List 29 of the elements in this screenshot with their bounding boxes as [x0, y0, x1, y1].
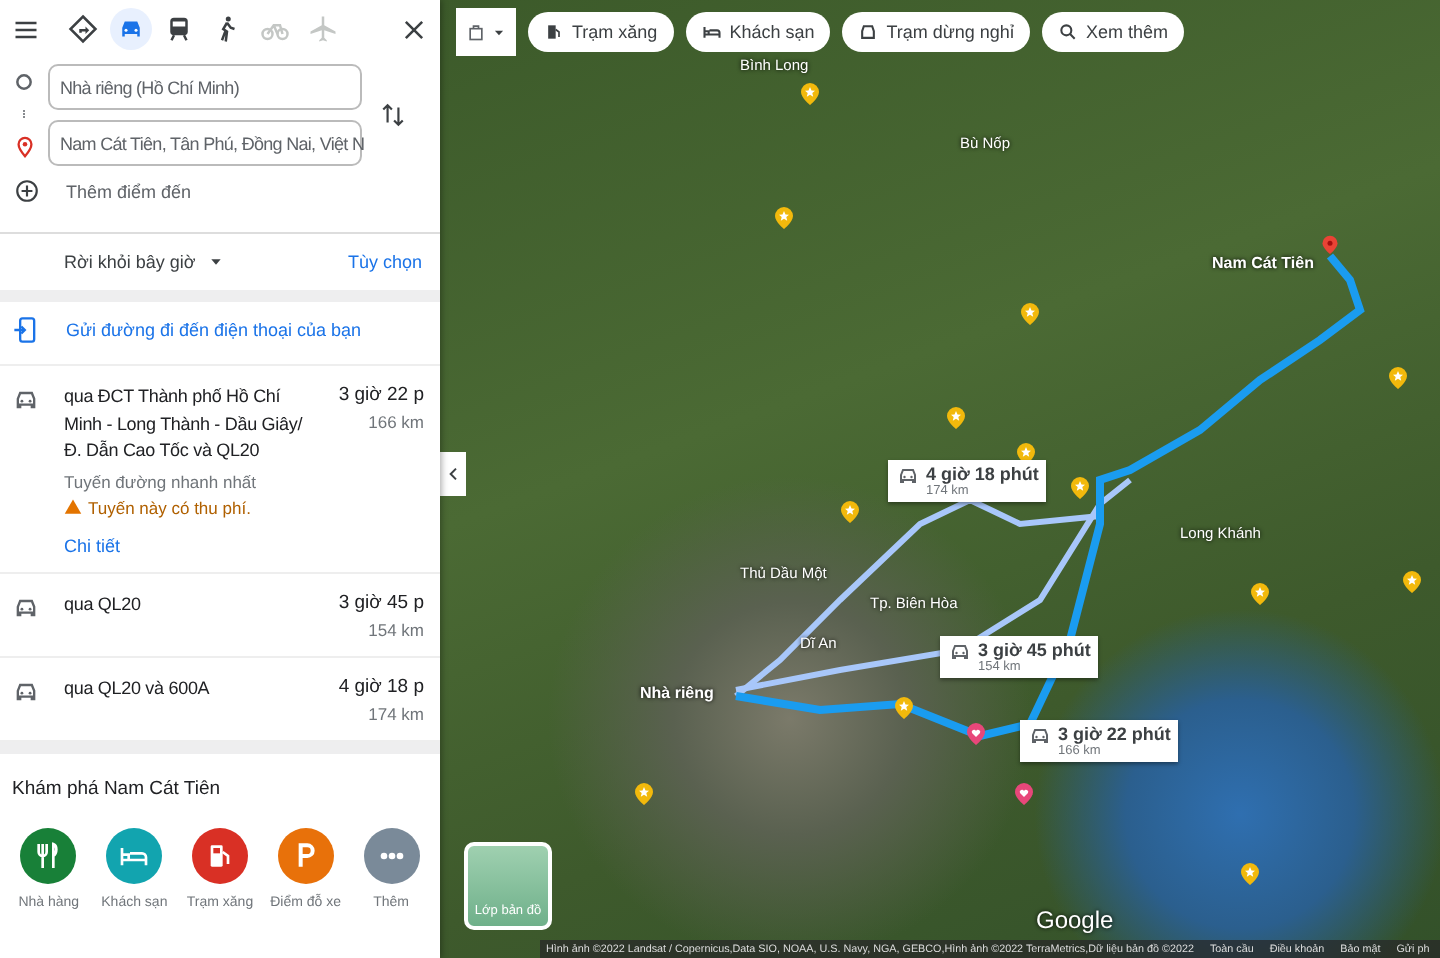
destination-input-field[interactable]: Nam Cát Tiên, Tân Phú, Đồng Nai, Việt N	[48, 120, 362, 166]
route-name[interactable]: qua ĐCT Thành phố Hồ Chí Minh - Long Thành - Dầu Giây/ Đ. Dẫn Cao Tốc và QL20	[64, 384, 323, 465]
callout-duration: 3 giờ 22 phút	[1058, 724, 1171, 744]
toll-warning: Tuyến này có thu phí.	[88, 497, 251, 517]
route-name[interactable]: qua QL20 và 600A	[64, 675, 323, 702]
explore-heading: Khám phá Nam Cát Tiên	[12, 777, 223, 799]
send-to-phone-link[interactable]: Gửi đường đi đến điện thoại của bạn	[66, 320, 362, 340]
callout-duration: 3 giờ 45 phút	[978, 640, 1091, 660]
callout-duration: 4 giờ 18 phút	[926, 464, 1039, 484]
route-duration: 3 giờ 45 p	[338, 591, 424, 613]
options-link[interactable]: Tùy chọn	[347, 252, 422, 272]
filter-chip[interactable]: Xem thêm	[1041, 12, 1184, 52]
route-distance: 166 km	[368, 412, 424, 432]
route-distance: 154 km	[368, 619, 424, 639]
route-duration: 3 giờ 22 p	[338, 384, 424, 406]
details-link[interactable]: Chi tiết	[64, 535, 323, 555]
origin-input-field[interactable]: Nhà riêng (Hồ Chí Minh)	[48, 64, 362, 110]
filter-chip[interactable]: Khách sạn	[685, 12, 831, 52]
add-destination-link[interactable]: Thêm điểm đến	[66, 181, 192, 201]
route-name[interactable]: qua QL20	[64, 591, 323, 618]
filter-chip[interactable]: Trạm dừng nghỉ	[842, 12, 1030, 52]
google-logo: Google	[1036, 906, 1114, 934]
destination-place-label: Nam Cát Tiên	[1212, 254, 1314, 272]
route-duration: 4 giờ 18 p	[338, 675, 424, 697]
origin-place-label: Nhà riêng	[640, 684, 714, 702]
filter-chip[interactable]: Trạm xăng	[528, 12, 674, 52]
route-distance: 174 km	[368, 703, 424, 723]
route-note: Tuyến đường nhanh nhất	[64, 471, 259, 491]
depart-time-dropdown[interactable]: Rời khỏi bây giờ	[64, 252, 224, 272]
